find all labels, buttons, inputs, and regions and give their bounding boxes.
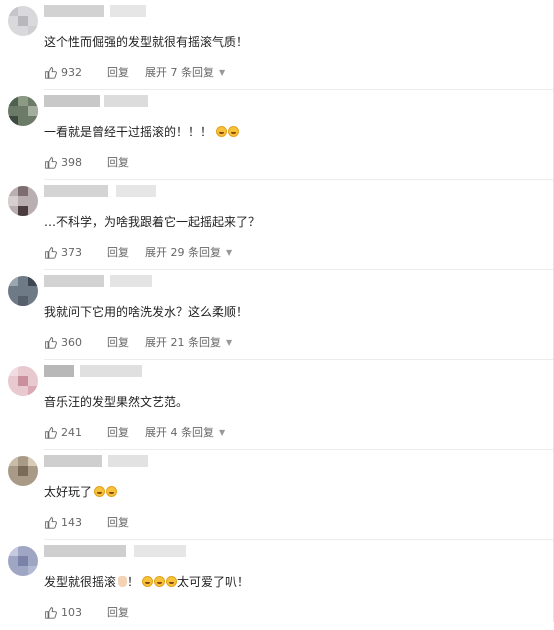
thumbs-up-icon	[45, 246, 57, 259]
comment-text: 音乐汪的发型果然文艺范。	[44, 395, 189, 409]
reply-button[interactable]: 回复	[107, 424, 129, 440]
like-button[interactable]: 241	[44, 426, 87, 439]
expand-replies-button[interactable]: 展开 21 条回复 ▼	[145, 334, 232, 350]
comment-actions: 373 回复 展开 29 条回复 ▼	[44, 244, 232, 260]
expand-replies-button[interactable]: 展开 4 条回复 ▼	[145, 424, 225, 440]
comment-list: 这个性而倔强的发型就很有摇滚气质！ 932 回复 展开 7 条回复 ▼ 一看就是曾…	[0, 0, 554, 622]
laugh-cry-emoji	[228, 126, 240, 137]
comment-item: 我就问下它用的啥洗发水？这么柔顺！ 360 回复 展开 21 条回复 ▼	[0, 270, 553, 360]
avatar[interactable]	[8, 186, 38, 216]
comment-actions: 398 回复	[44, 154, 129, 170]
like-count: 398	[61, 155, 82, 169]
like-count: 932	[61, 65, 82, 79]
comment-actions: 241 回复 展开 4 条回复 ▼	[44, 424, 225, 440]
laugh-cry-emoji	[216, 126, 228, 137]
comment-item: 太好玩了 143 回复	[0, 450, 553, 540]
comment-actions: 932 回复 展开 7 条回复 ▼	[44, 64, 225, 80]
reply-button[interactable]: 回复	[107, 64, 129, 80]
laugh-cry-emoji	[154, 576, 166, 587]
expand-replies-button[interactable]: 展开 29 条回复 ▼	[145, 244, 232, 260]
comment-text: …不科学，为啥我跟着它一起摇起来了？	[44, 215, 261, 229]
laugh-cry-emoji	[142, 576, 154, 587]
avatar[interactable]	[8, 366, 38, 396]
laugh-cry-emoji	[94, 486, 106, 497]
like-count: 103	[61, 605, 82, 619]
comment-text: 这个性而倔强的发型就很有摇滚气质！	[44, 35, 249, 49]
laugh-cry-emoji	[106, 486, 118, 497]
comment-actions: 103 回复	[44, 604, 129, 620]
chevron-down-icon: ▼	[226, 247, 233, 257]
expand-replies-button[interactable]: 展开 7 条回复 ▼	[145, 64, 225, 80]
reply-button[interactable]: 回复	[107, 334, 129, 350]
comment-item: 音乐汪的发型果然文艺范。 241 回复 展开 4 条回复 ▼	[0, 360, 553, 450]
thumbs-up-icon	[45, 606, 57, 619]
hand-emoji	[118, 576, 128, 587]
comment-actions: 360 回复 展开 21 条回复 ▼	[44, 334, 232, 350]
thumbs-up-icon	[45, 156, 57, 169]
like-button[interactable]: 360	[44, 336, 87, 349]
comment-item: 发型就很摇滚！太可爱了叭！ 103 回复	[0, 540, 553, 630]
laugh-cry-emoji	[166, 576, 178, 587]
thumbs-up-icon	[45, 426, 57, 439]
comment-actions: 143 回复	[44, 514, 129, 530]
reply-button[interactable]: 回复	[107, 514, 129, 530]
avatar[interactable]	[8, 456, 38, 486]
like-button[interactable]: 373	[44, 246, 87, 259]
avatar[interactable]	[8, 276, 38, 306]
comment-item: 一看就是曾经干过摇滚的！！！ 398 回复	[0, 90, 553, 180]
comment-item: …不科学，为啥我跟着它一起摇起来了？ 373 回复 展开 29 条回复 ▼	[0, 180, 553, 270]
thumbs-up-icon	[45, 516, 57, 529]
like-button[interactable]: 932	[44, 66, 87, 79]
like-count: 143	[61, 515, 82, 529]
like-button[interactable]: 103	[44, 606, 87, 619]
reply-button[interactable]: 回复	[107, 154, 129, 170]
like-count: 360	[61, 335, 82, 349]
comment-item: 这个性而倔强的发型就很有摇滚气质！ 932 回复 展开 7 条回复 ▼	[0, 0, 553, 90]
like-count: 373	[61, 245, 82, 259]
comment-text: 太好玩了	[44, 484, 118, 500]
thumbs-up-icon	[45, 66, 57, 79]
avatar[interactable]	[8, 546, 38, 576]
avatar[interactable]	[8, 6, 38, 36]
like-button[interactable]: 398	[44, 156, 87, 169]
like-button[interactable]: 143	[44, 516, 87, 529]
chevron-down-icon: ▼	[219, 67, 226, 77]
avatar[interactable]	[8, 96, 38, 126]
reply-button[interactable]: 回复	[107, 604, 129, 620]
comment-text: 发型就很摇滚！太可爱了叭！	[44, 575, 250, 589]
chevron-down-icon: ▼	[219, 427, 226, 437]
comment-text: 我就问下它用的啥洗发水？这么柔顺！	[44, 305, 249, 319]
reply-button[interactable]: 回复	[107, 244, 129, 260]
thumbs-up-icon	[45, 336, 57, 349]
chevron-down-icon: ▼	[226, 337, 233, 347]
like-count: 241	[61, 425, 82, 439]
comment-text: 一看就是曾经干过摇滚的！！！	[44, 124, 240, 140]
